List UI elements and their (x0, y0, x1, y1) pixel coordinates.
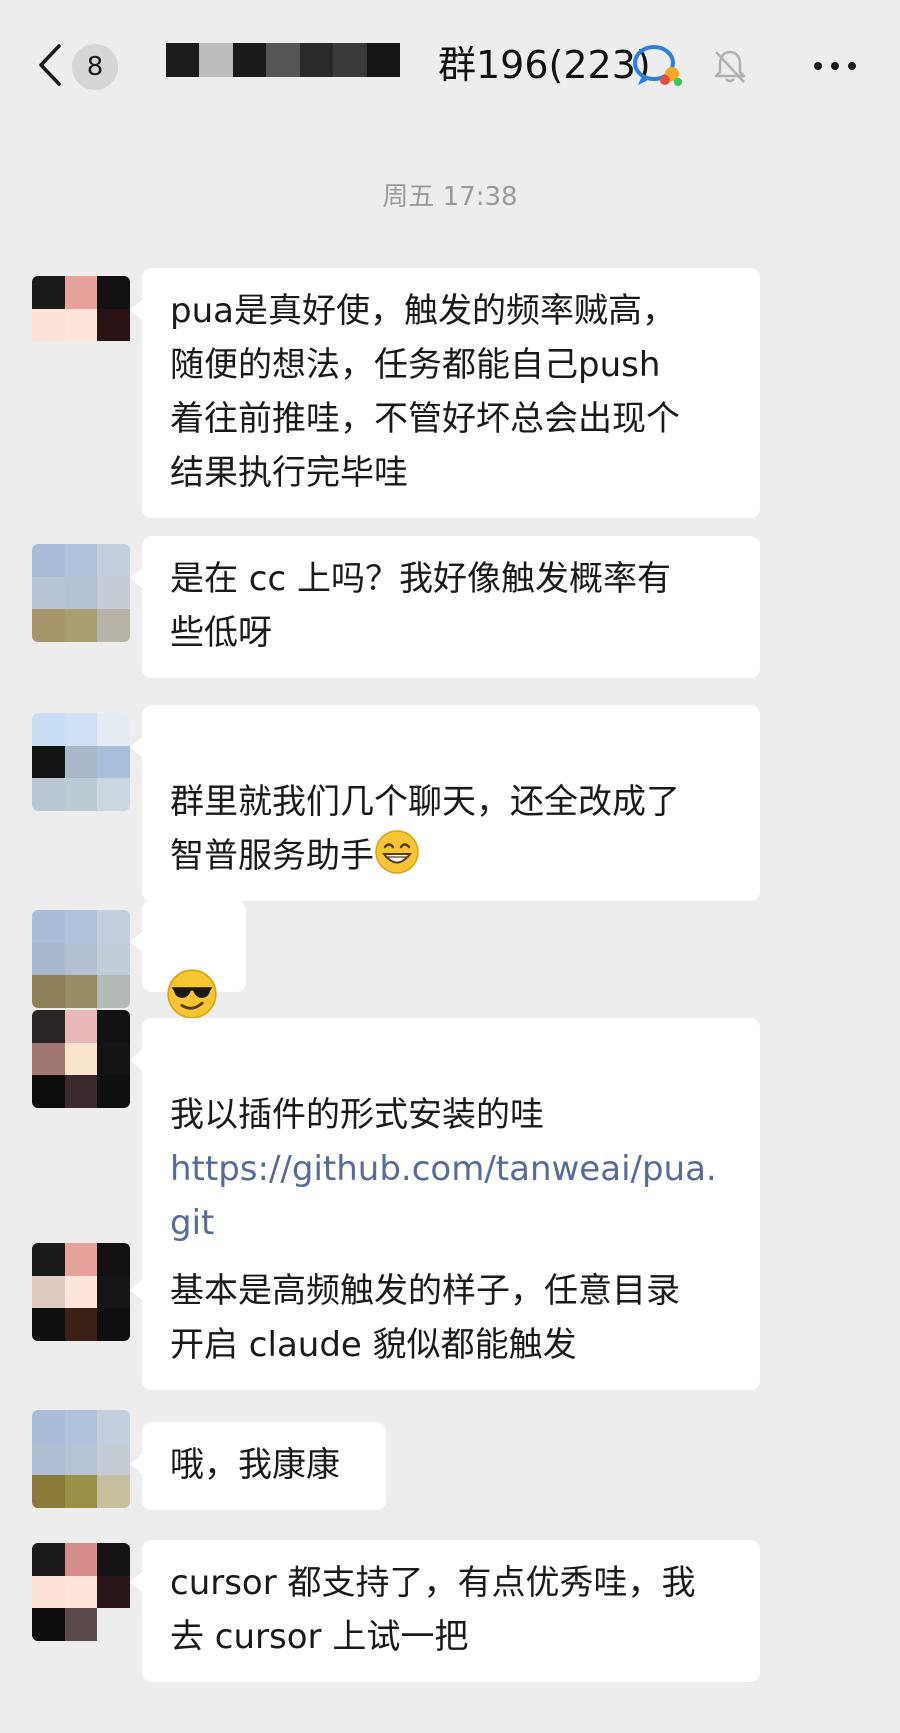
chevron-left-icon (39, 44, 61, 86)
message-bubble[interactable]: cursor 都支持了，有点优秀哇，我 去 cursor 上试一把 (130, 1540, 760, 1682)
redacted-group-name (166, 43, 400, 77)
avatar[interactable] (32, 1010, 130, 1108)
avatar[interactable] (32, 276, 130, 374)
message-bubble[interactable]: 群里就我们几个聊天，还全改成了 智普服务助手 (130, 705, 760, 901)
more-dots-icon[interactable] (810, 56, 860, 76)
avatar[interactable] (32, 544, 130, 642)
bell-off-icon[interactable] (710, 46, 750, 86)
grinning-face-icon (375, 830, 419, 874)
message-bubble[interactable] (130, 900, 246, 1019)
github-link[interactable]: https://github.com/tanweai/pua.git (170, 1142, 732, 1250)
avatar[interactable] (32, 1243, 130, 1341)
chat-header: 8 群196(223) (0, 0, 900, 118)
message-bubble[interactable]: 哦，我康康 (130, 1422, 386, 1510)
message-text: 群里就我们几个聊天，还全改成了 智普服务助手 (170, 782, 680, 876)
group-chat-icon[interactable] (632, 42, 684, 88)
avatar[interactable] (32, 713, 130, 811)
avatar[interactable] (32, 910, 130, 1008)
message-bubble[interactable]: 是在 cc 上吗？我好像触发概率有 些低呀 (130, 536, 760, 678)
back-button[interactable] (30, 40, 70, 90)
message-text: 我以插件的形式安装的哇 (170, 1095, 544, 1135)
message-bubble[interactable]: 基本是高频触发的样子，任意目录 开启 claude 貌似都能触发 (130, 1248, 760, 1390)
avatar[interactable] (32, 1543, 130, 1641)
smiling-face-with-sunglasses-icon (167, 969, 217, 1019)
message-bubble[interactable]: pua是真好使，触发的频率贼高， 随便的想法，任务都能自己push 着往前推哇，… (130, 268, 760, 518)
avatar[interactable] (32, 1410, 130, 1508)
unread-count-badge[interactable]: 8 (72, 44, 118, 90)
chat-title[interactable]: 群196(223) (438, 40, 651, 90)
chat-timestamp: 周五 17:38 (382, 182, 518, 212)
